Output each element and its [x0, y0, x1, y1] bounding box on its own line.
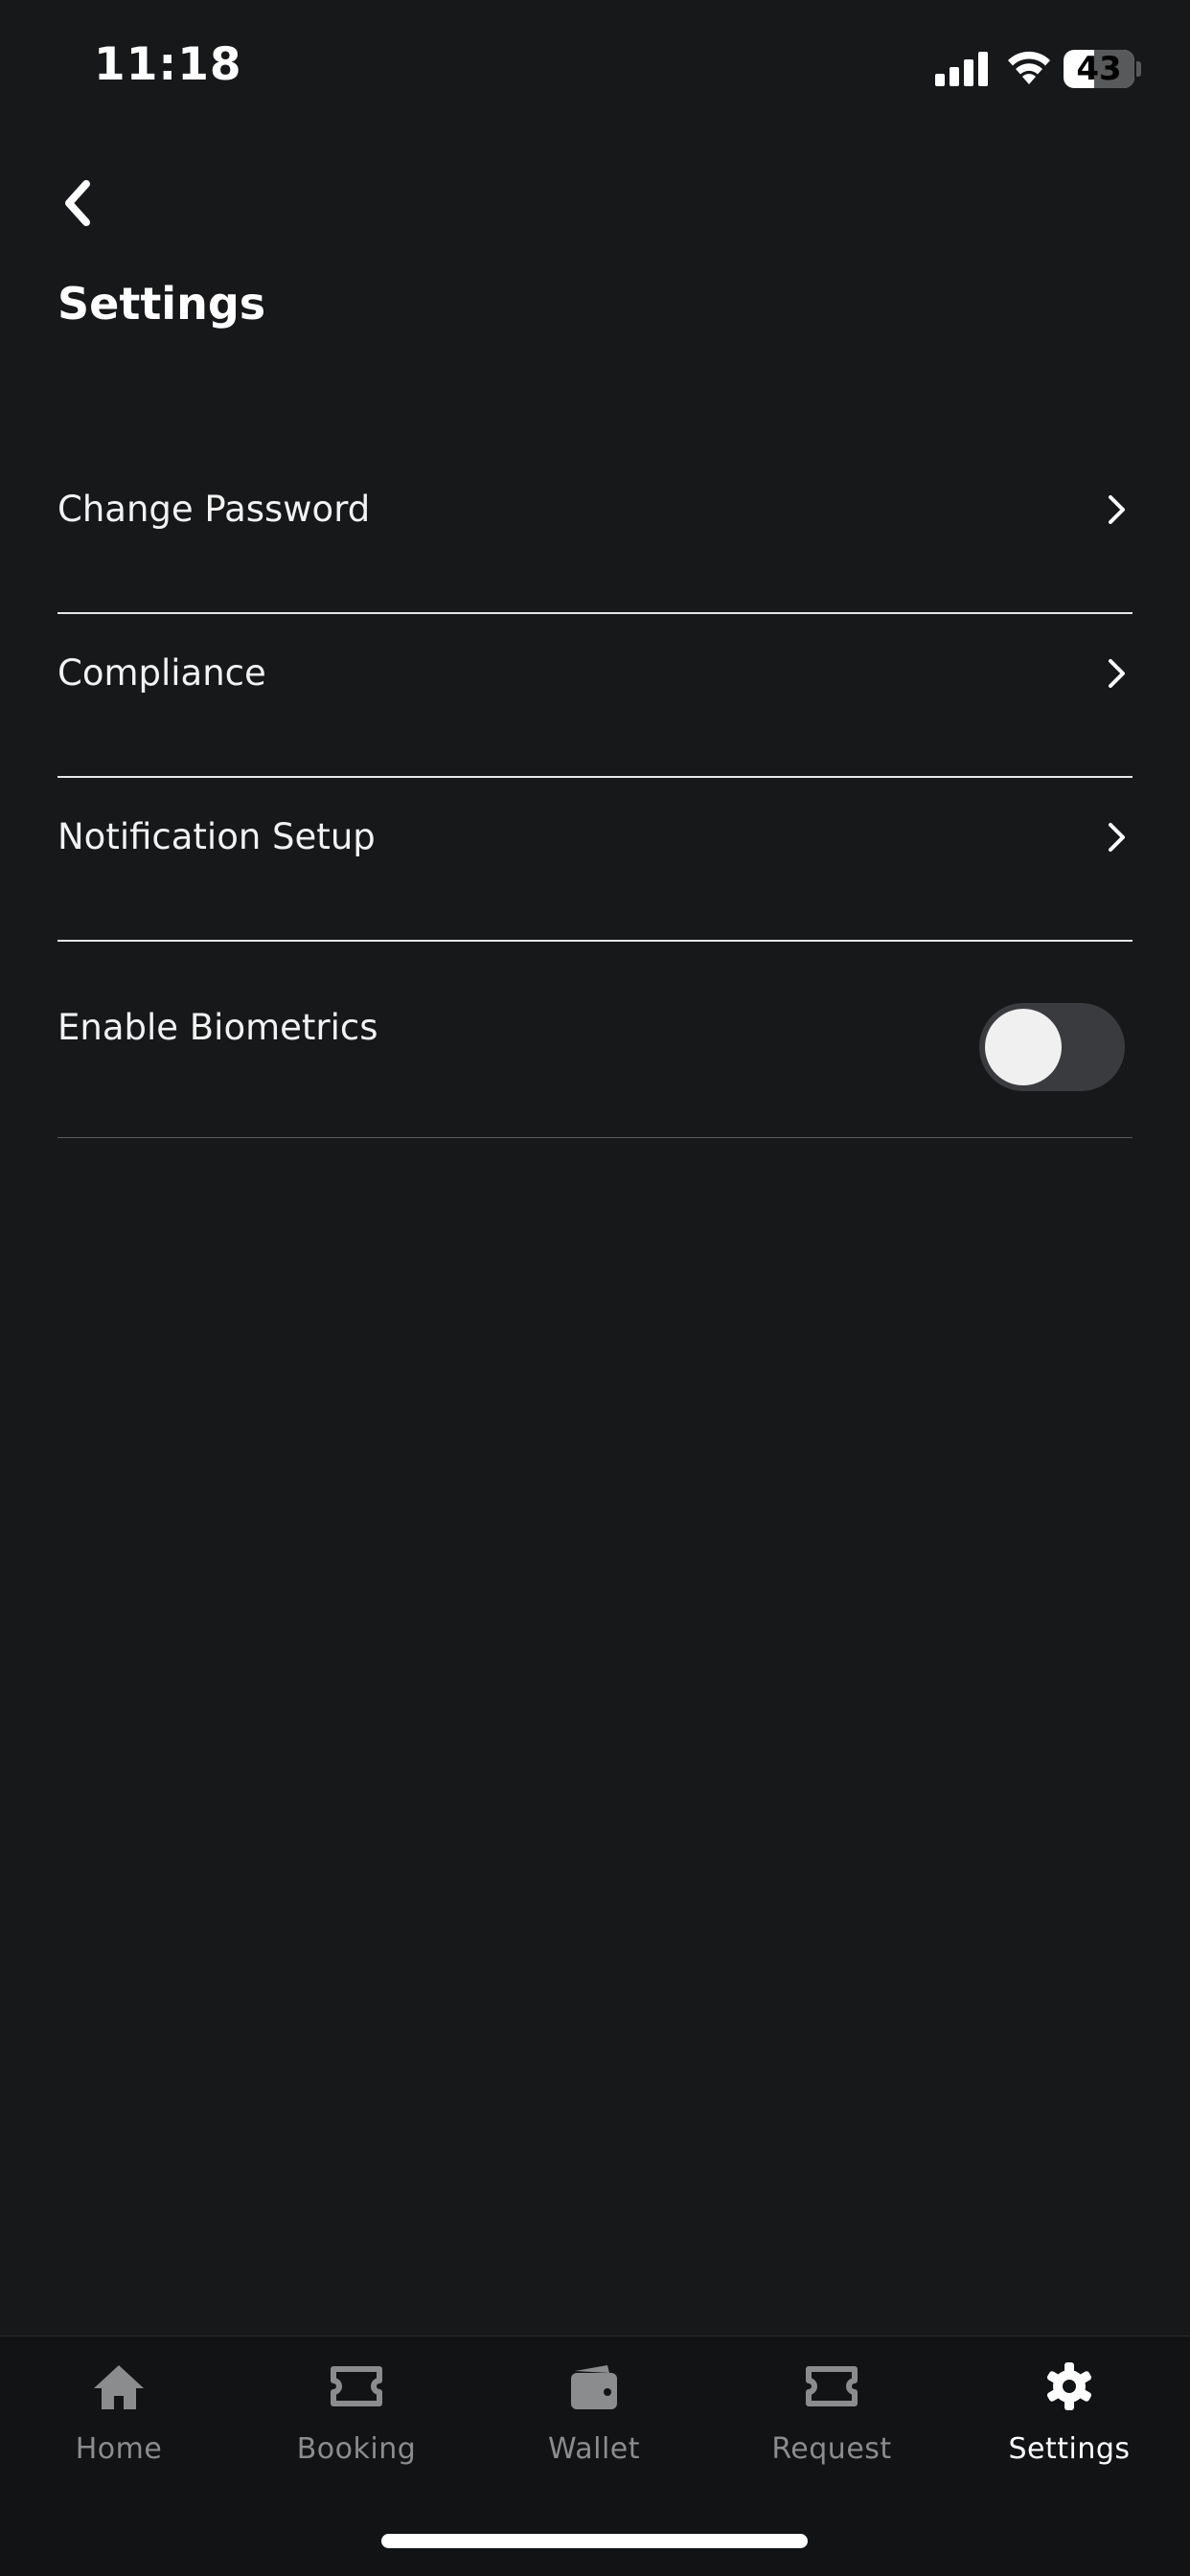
biometrics-toggle[interactable] — [979, 1003, 1125, 1091]
gear-icon — [1046, 2362, 1092, 2410]
home-indicator — [381, 2534, 808, 2548]
battery-icon: 43 — [1064, 50, 1134, 88]
tab-label: Request — [771, 2432, 892, 2466]
tab-home[interactable]: Home — [0, 2358, 238, 2492]
tab-booking[interactable]: Booking — [238, 2358, 475, 2492]
tab-label: Settings — [1008, 2432, 1131, 2466]
settings-item-label: Notification Setup — [57, 816, 376, 857]
tab-label: Booking — [296, 2432, 417, 2466]
settings-item-label: Enable Biometrics — [57, 1007, 378, 1048]
tab-request[interactable]: Request — [713, 2358, 950, 2492]
chevron-right-icon — [1109, 495, 1125, 524]
toggle-knob — [985, 1009, 1062, 1085]
status-time: 11:18 — [94, 38, 242, 91]
chevron-left-icon — [65, 180, 90, 226]
tab-settings[interactable]: Settings — [950, 2358, 1188, 2492]
tab-label: Wallet — [547, 2432, 641, 2466]
tab-wallet[interactable]: Wallet — [475, 2358, 713, 2492]
page-title: Settings — [57, 278, 266, 330]
settings-item-enable-biometrics: Enable Biometrics — [57, 942, 1133, 1138]
cellular-signal-icon — [935, 52, 988, 86]
battery-nub — [1136, 61, 1141, 77]
back-button[interactable] — [54, 172, 103, 234]
ticket-icon — [331, 2366, 382, 2406]
tab-label: Home — [75, 2432, 163, 2466]
status-bar: 11:18 43 — [0, 0, 1190, 144]
settings-item-compliance[interactable]: Compliance — [57, 614, 1133, 778]
settings-list: Change Password Compliance Notification … — [57, 450, 1133, 1138]
settings-item-label: Change Password — [57, 489, 371, 530]
wallet-icon — [571, 2365, 617, 2409]
chevron-right-icon — [1109, 823, 1125, 852]
home-icon — [94, 2365, 144, 2409]
chevron-right-icon — [1109, 659, 1125, 688]
wifi-icon — [1008, 51, 1050, 84]
settings-item-change-password[interactable]: Change Password — [57, 450, 1133, 614]
ticket-icon — [806, 2366, 858, 2406]
settings-item-label: Compliance — [57, 652, 266, 694]
battery-percent: 43 — [1076, 50, 1122, 88]
settings-item-notification-setup[interactable]: Notification Setup — [57, 778, 1133, 942]
